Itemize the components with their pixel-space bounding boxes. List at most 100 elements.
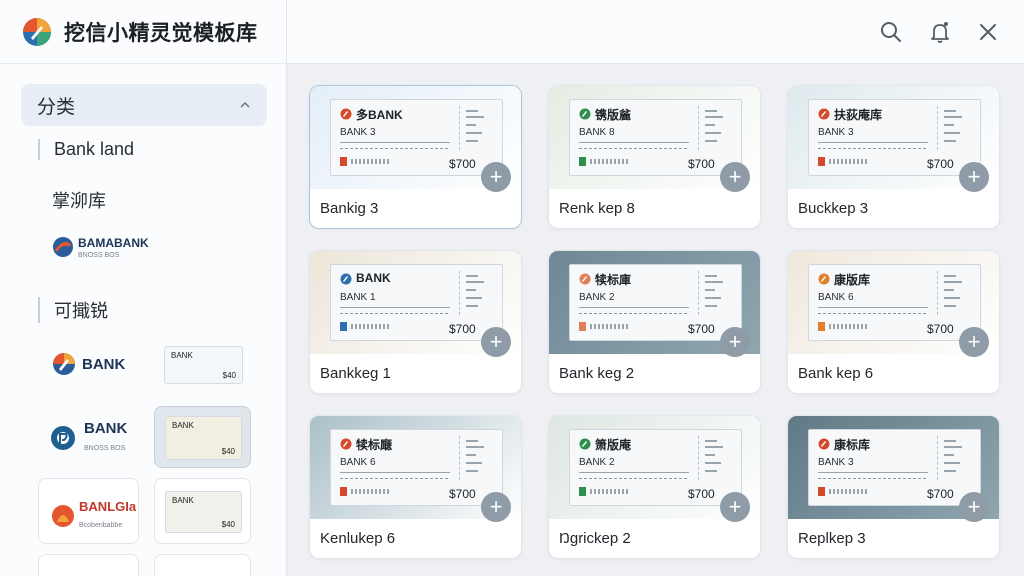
add-template-button[interactable]: + [959,162,989,192]
side-bank-4[interactable] [38,554,139,576]
template-card[interactable]: 箫版庵 BANK 2 $700 Ŋgrickep 2 + [548,415,761,559]
cheque-amount: $700 [449,322,476,336]
cheque-micr [829,324,869,329]
side-thumb-4[interactable] [154,554,251,576]
thumb-title: BANK [171,351,193,360]
cheque-amount: $700 [927,487,954,501]
bell-icon[interactable] [928,20,952,44]
cheque-subtitle: BANK 1 [340,292,376,303]
sidebar: 挖信小精灵觉模板库 分类 Bank land 掌泖库 BAMABANK BNOS… [0,0,287,576]
add-template-button[interactable]: + [481,162,511,192]
template-name: Bankig 3 [320,200,379,217]
cheque-preview: 镌版麄 BANK 8 $700 [569,99,742,176]
side-thumb-3[interactable]: BANK $40 [154,478,251,544]
cheque-bank-name: 犊标廰 [356,438,393,452]
add-template-button[interactable]: + [481,327,511,357]
template-name: Kenlukep 6 [320,530,396,547]
cheque-subtitle: BANK 8 [579,127,615,138]
cheque-micr [829,489,869,494]
cheque-bank-name: 镌版麄 [595,108,632,122]
side-bank-sub: BNOSS BOS [84,445,126,452]
cheque-amount: $700 [927,322,954,336]
bank-logo-icon [579,438,591,450]
bank-logo-icon [818,273,830,285]
cheque-stub [698,271,728,315]
sidebar-item-favorites[interactable]: 可擑锐 [38,297,108,323]
template-card[interactable]: 犊标廰 BANK 6 $700 Kenlukep 6 + [309,415,522,559]
cheque-mark [340,487,347,496]
thumb-amount: $40 [221,447,235,456]
add-template-button[interactable]: + [720,327,750,357]
side-bank-3[interactable]: BANLGIa Bcobenbabbe [38,478,139,544]
cheque-stub [937,436,967,480]
side-thumb-1[interactable]: BANK $40 [164,346,243,384]
cheque-line [340,313,450,314]
sidebar-item-bank-land[interactable]: Bank land [38,139,134,160]
cheque-preview: 犊标庫 BANK 2 $700 [569,264,742,341]
cheque-mark [340,157,347,166]
cheque-stub [459,271,489,315]
template-card[interactable]: 康标库 BANK 3 $700 Replkep 3 + [787,415,1000,559]
bank-logo-icon [818,108,830,120]
cheque-subtitle: BANK 6 [340,457,376,468]
cheque-line [579,478,689,479]
category-dropdown[interactable]: 分类 [21,84,267,126]
cheque-micr [351,324,391,329]
side-thumb-2[interactable]: BANK $40 [154,406,251,468]
template-name: Replkep 3 [798,530,866,547]
add-template-button[interactable]: + [959,492,989,522]
template-name: Renk kep 8 [559,200,635,217]
cheque-line [818,313,928,314]
cheque-micr [351,159,391,164]
cheque-preview: 扶荻庵库 BANK 3 $700 [808,99,981,176]
cheque-preview: 犊标廰 BANK 6 $700 [330,429,503,506]
cheque-mark [579,487,586,496]
template-card[interactable]: 康版库 BANK 6 $700 Bank kep 6 + [787,250,1000,394]
close-icon[interactable] [976,20,1000,44]
cheque-line [579,142,689,143]
chevron-up-icon [240,101,250,108]
cheque-subtitle: BANK 6 [818,292,854,303]
cheque-amount: $700 [688,322,715,336]
template-card[interactable]: BANK BANK 1 $700 Bankkeg 1 + [309,250,522,394]
template-card[interactable]: 扶荻庵库 BANK 3 $700 Buckkep 3 + [787,85,1000,229]
cheque-line [340,148,450,149]
app-logo-icon [23,17,51,46]
cheque-amount: $700 [927,157,954,171]
bank-logo-icon [579,273,591,285]
template-card[interactable]: 镌版麄 BANK 8 $700 Renk kep 8 + [548,85,761,229]
cheque-line [818,472,928,473]
sidebar-bank-logo[interactable]: BAMABANK BNOSS BOS [52,234,149,259]
cheque-line [340,478,450,479]
thumb-title: BANK [172,421,194,430]
bank-logo-icon [53,236,73,257]
cheque-stub [459,106,489,150]
cheque-line [579,148,689,149]
template-card[interactable]: 多BANK BANK 3 $700 Bankig 3 + [309,85,522,229]
bank-logo-icon [52,504,74,527]
cheque-bank-name: 康标库 [834,438,871,452]
side-bank-2[interactable]: BANK BNOSS BOS [50,420,127,455]
template-name: Ŋgrickep 2 [559,530,631,547]
sidebar-item-label: 掌泖库 [52,191,106,211]
add-template-button[interactable]: + [720,162,750,192]
add-template-button[interactable]: + [720,492,750,522]
cheque-line [579,307,689,308]
thumb-title: BANK [172,496,194,505]
cheque-bank-name: BANK [356,271,391,285]
add-template-button[interactable]: + [481,492,511,522]
sidebar-item-library[interactable]: 掌泖库 [52,187,106,213]
search-icon[interactable] [879,20,903,44]
cheque-micr [590,159,630,164]
add-template-button[interactable]: + [959,327,989,357]
cheque-line [340,472,450,473]
cheque-stub [459,436,489,480]
side-bank-name: BANK [82,355,126,373]
cheque-stub [698,436,728,480]
cheque-stub [698,106,728,150]
side-bank-1[interactable]: BANK [52,352,125,376]
side-bank-name: BANK [84,420,128,437]
template-card[interactable]: 犊标庫 BANK 2 $700 Bank keg 2 + [548,250,761,394]
cheque-micr [351,489,391,494]
cheque-subtitle: BANK 3 [818,457,854,468]
